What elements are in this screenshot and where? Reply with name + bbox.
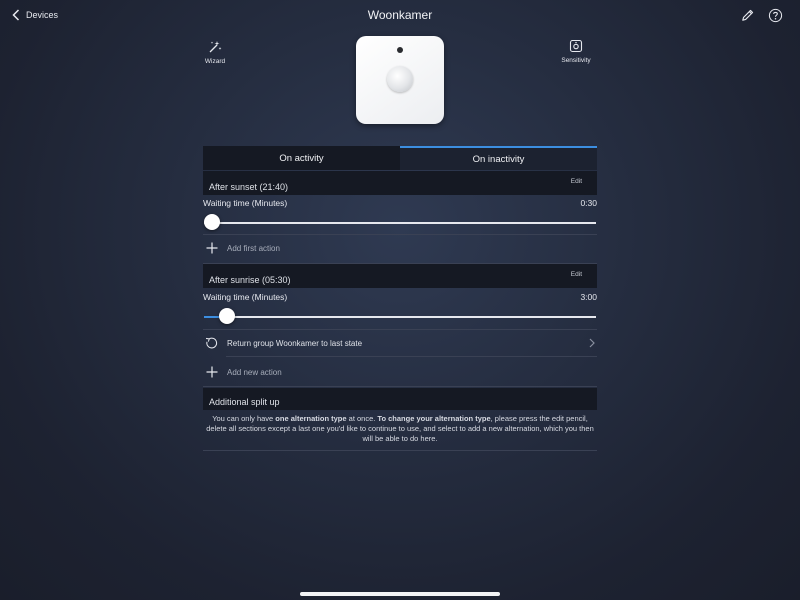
wizard-icon bbox=[209, 41, 222, 53]
alternation-note: You can only have one alternation type a… bbox=[206, 414, 594, 443]
section-header-sunset: After sunset (21:40) Edit bbox=[203, 171, 597, 195]
edit-button[interactable] bbox=[738, 6, 756, 24]
sensitivity-button[interactable]: Sensitivity bbox=[546, 39, 606, 64]
pencil-icon bbox=[741, 9, 753, 21]
divider bbox=[226, 356, 597, 357]
sensitivity-label: Sensitivity bbox=[561, 57, 591, 64]
split-header: Additional split up bbox=[203, 388, 597, 410]
chevron-right-icon bbox=[589, 338, 595, 348]
add-new-action-row[interactable]: Add new action bbox=[203, 363, 597, 381]
refresh-icon bbox=[205, 337, 218, 348]
slider-knob[interactable] bbox=[204, 214, 220, 230]
add-first-action-row[interactable]: Add first action bbox=[203, 240, 597, 256]
tab-on-inactivity[interactable]: On inactivity bbox=[400, 146, 597, 170]
section-header-sunrise: After sunrise (05:30) Edit bbox=[203, 264, 597, 288]
sensor-led bbox=[397, 47, 403, 53]
existing-action-label: Return group Woonkamer to last state bbox=[227, 338, 363, 348]
slider-knob[interactable] bbox=[219, 308, 236, 324]
waiting-time-label: Waiting time (Minutes) bbox=[203, 292, 288, 302]
add-first-action-label: Add first action bbox=[227, 243, 280, 253]
sensitivity-icon bbox=[569, 39, 583, 53]
tab-on-activity[interactable]: On activity bbox=[203, 146, 400, 170]
section-title: After sunrise (05:30) bbox=[209, 275, 291, 285]
wizard-button[interactable]: Wizard bbox=[185, 40, 245, 65]
slider-track bbox=[204, 316, 596, 318]
existing-action-row[interactable]: Return group Woonkamer to last state bbox=[203, 334, 597, 352]
divider bbox=[203, 329, 597, 330]
edit-section-button[interactable]: Edit bbox=[571, 271, 582, 278]
section-title: After sunset (21:40) bbox=[209, 182, 289, 192]
waiting-time-label: Waiting time (Minutes) bbox=[203, 198, 288, 208]
waiting-time-value: 3:00 bbox=[580, 292, 597, 302]
wizard-label: Wizard bbox=[204, 58, 226, 65]
help-icon bbox=[768, 8, 782, 22]
split-title: Additional split up bbox=[209, 397, 280, 407]
page-title: Woonkamer bbox=[367, 8, 433, 22]
edit-section-button[interactable]: Edit bbox=[571, 178, 582, 185]
add-new-action-label: Add new action bbox=[227, 367, 282, 377]
tab-bar: On activity On inactivity bbox=[203, 146, 597, 170]
divider bbox=[203, 450, 597, 451]
waiting-time-value: 0:30 bbox=[580, 198, 597, 208]
slider-track bbox=[204, 222, 596, 224]
sensor-lens bbox=[387, 66, 413, 92]
help-button[interactable] bbox=[766, 6, 784, 24]
divider bbox=[203, 386, 597, 387]
divider bbox=[203, 234, 597, 235]
motion-sensor-image bbox=[356, 36, 444, 124]
plus-icon bbox=[206, 242, 218, 254]
home-indicator bbox=[300, 592, 500, 596]
plus-icon bbox=[206, 366, 218, 378]
